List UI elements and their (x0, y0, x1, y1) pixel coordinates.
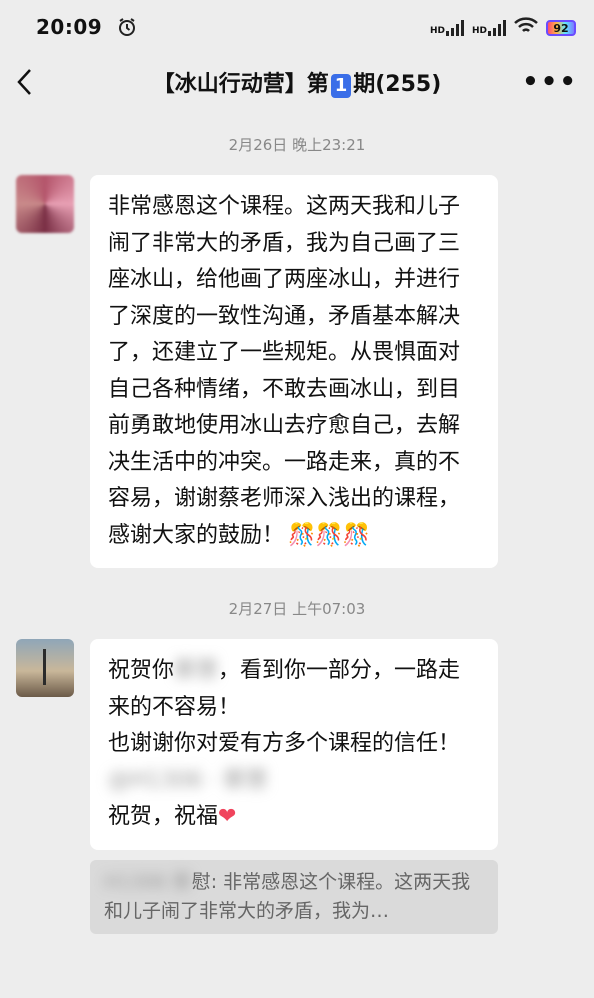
title-suffix: 期(255) (353, 72, 442, 97)
status-right: HD HD 92 (430, 17, 576, 39)
title-number-badge: 1 (330, 74, 352, 98)
chevron-left-icon (17, 69, 31, 95)
message-text: 非常感恩这个课程。这两天我和儿子闹了非常大的矛盾，我为自己画了三座冰山，给他画了… (108, 194, 461, 548)
wifi-icon (514, 17, 538, 39)
hd-label: HD (429, 26, 445, 36)
battery-icon: 92 (546, 20, 576, 36)
signal-icon: HD (430, 20, 464, 36)
heart-emoji-icon: ❤ (218, 804, 237, 829)
status-bar: 20:09 HD HD 92 (0, 0, 594, 56)
message-line: 也谢谢你对爱有方多个课程的信任！@H1306 · 蔡慧 (108, 731, 461, 793)
redacted-mention: @H1306 · 蔡慧 (108, 767, 268, 793)
redacted-name: H1306 蔡 (104, 870, 192, 893)
message-bubble[interactable]: 祝贺你蔡慧，看到你一部分，一路走来的不容易！ 也谢谢你对爱有方多个课程的信任！@… (90, 639, 498, 850)
signal-icon-2: HD (472, 20, 506, 36)
redacted-name: 蔡慧 (174, 658, 219, 683)
quoted-message[interactable]: H1306 蔡慰: 非常感恩这个课程。这两天我和儿子闹了非常大的矛盾，我为… (90, 859, 498, 934)
fireworks-emoji-icon: 🎊🎊🎊 (288, 522, 371, 548)
message-row: 非常感恩这个课程。这两天我和儿子闹了非常大的矛盾，我为自己画了三座冰山，给他画了… (0, 175, 594, 568)
message-row: 祝贺你蔡慧，看到你一部分，一路走来的不容易！ 也谢谢你对爱有方多个课程的信任！@… (0, 639, 594, 850)
chat-title: 【冰山行动营】第 1 期(255) (0, 66, 594, 98)
message-timestamp: 2月27日 上午07:03 (228, 600, 366, 618)
chat-navbar: 【冰山行动营】第 1 期(255) ••• (0, 56, 594, 108)
clock: 20:09 (36, 14, 103, 39)
alarm-icon (117, 17, 137, 41)
message-timestamp: 2月26日 晚上23:21 (228, 136, 366, 154)
avatar[interactable] (16, 175, 74, 233)
message-bubble[interactable]: 非常感恩这个课程。这两天我和儿子闹了非常大的矛盾，我为自己画了三座冰山，给他画了… (90, 175, 498, 568)
back-button[interactable] (16, 62, 56, 102)
message-line: 祝贺你蔡慧，看到你一部分，一路走来的不容易！ (108, 658, 461, 720)
more-options-button[interactable]: ••• (522, 67, 578, 97)
hd-label: HD (471, 26, 487, 36)
title-prefix: 【冰山行动营】第 (152, 72, 329, 97)
avatar[interactable] (16, 639, 74, 697)
message-line: 祝贺，祝福❤ (108, 804, 237, 829)
status-left: 20:09 (36, 15, 137, 42)
